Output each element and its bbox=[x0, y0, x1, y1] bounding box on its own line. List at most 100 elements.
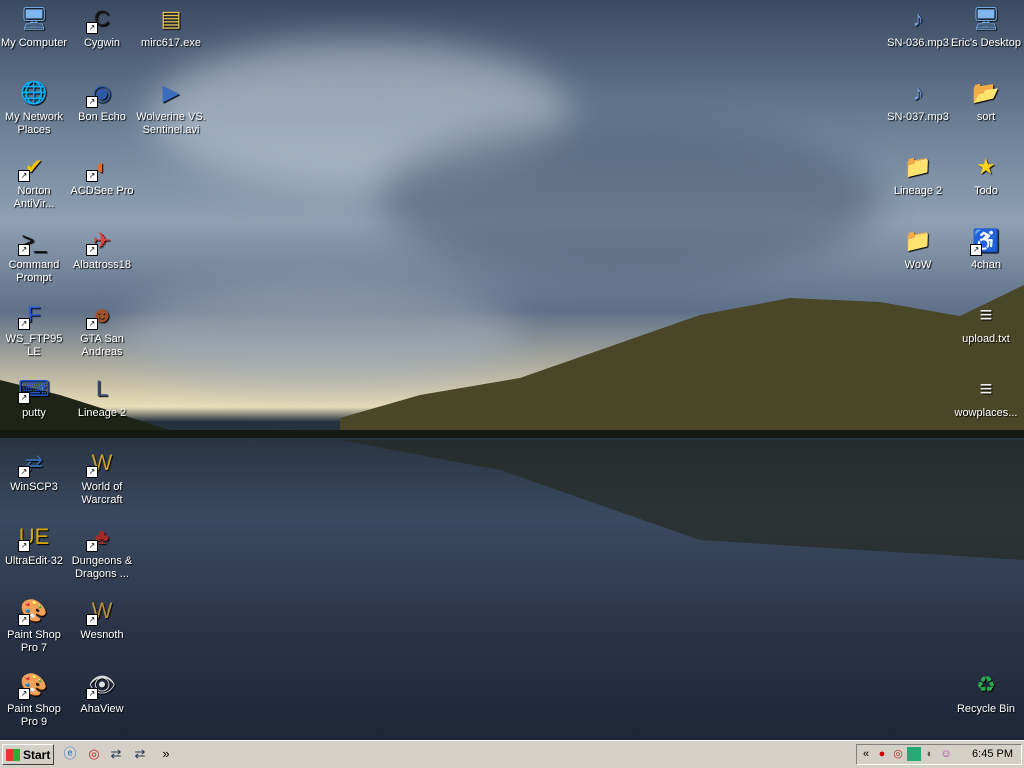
text-file-icon: ≡ bbox=[979, 301, 993, 327]
tray-expand-button[interactable]: « bbox=[859, 747, 873, 761]
desktop-icon-label: WinSCP3 bbox=[10, 481, 58, 493]
desktop-icon-dungeons-dragons[interactable]: ♣ ↗ Dungeons & Dragons ... bbox=[66, 520, 138, 581]
desktop-icon-world-of-warcraft[interactable]: W ↗ World of Warcraft bbox=[66, 446, 138, 507]
desktop-icon-sn-037-mp3[interactable]: ♪ SN-037.mp3 bbox=[882, 76, 954, 124]
desktop-icon-bon-echo[interactable]: ◉ ↗ Bon Echo bbox=[66, 76, 138, 124]
volume-icon[interactable]: ◐ bbox=[923, 747, 937, 761]
network-icon[interactable]: ⇄ bbox=[108, 746, 124, 762]
accessibility-icon: ♿ ↗ bbox=[970, 224, 1002, 256]
ultraedit-icon: UE ↗ bbox=[18, 523, 50, 552]
desktop-icon-command-prompt[interactable]: >_ ↗ Command Prompt bbox=[0, 224, 70, 285]
desktop-icon-paint-shop-pro-9[interactable]: 🎨 ↗ Paint Shop Pro 9 bbox=[0, 668, 70, 729]
desktop-icon-mirc617-exe[interactable]: ▤ mirc617.exe bbox=[135, 2, 207, 50]
shortcut-arrow-icon: ↗ bbox=[18, 688, 30, 700]
desktop-icon-lineage-2[interactable]: L Lineage 2 bbox=[66, 372, 138, 420]
desktop-icon-upload-txt[interactable]: ≡ upload.txt bbox=[950, 298, 1022, 346]
desktop-icon-label: Eric's Desktop bbox=[951, 37, 1021, 49]
desktop-icon-lineage-2[interactable]: 📁 Lineage 2 bbox=[882, 150, 954, 198]
desktop-icon-my-computer[interactable]: 🖥 My Computer bbox=[0, 2, 70, 50]
desktop-icon-cygwin[interactable]: C ↗ Cygwin bbox=[66, 2, 138, 50]
quick-launch-more-button[interactable]: » bbox=[158, 746, 174, 762]
shortcut-arrow-icon: ↗ bbox=[86, 96, 98, 108]
mushroom-icon[interactable]: ● bbox=[875, 747, 889, 761]
shortcut-arrow-icon: ↗ bbox=[86, 466, 98, 478]
network-icon[interactable]: ⇄ bbox=[132, 746, 148, 762]
desktop-icon-label: Norton AntiVir... bbox=[13, 185, 55, 210]
shortcut-arrow-icon: ↗ bbox=[86, 614, 98, 626]
desktop-icon-label: SN-036.mp3 bbox=[887, 37, 949, 49]
shortcut-arrow-icon: ↗ bbox=[86, 22, 98, 34]
desktop-icon-label: My Network Places bbox=[4, 111, 64, 136]
desktop-icon-label: Lineage 2 bbox=[77, 407, 127, 419]
desktop-icon-ultraedit-32[interactable]: UE ↗ UltraEdit-32 bbox=[0, 520, 70, 568]
shortcut-arrow-icon: ↗ bbox=[18, 466, 30, 478]
desktop-icon-recycle-bin[interactable]: ♻ Recycle Bin bbox=[950, 668, 1022, 716]
paintshop-icon: 🎨 ↗ bbox=[18, 594, 50, 626]
start-button[interactable]: Start bbox=[2, 744, 54, 765]
windows-logo-icon bbox=[6, 748, 20, 761]
folder-open-icon: 📂 bbox=[972, 79, 1000, 105]
desktop-icon-label: Cygwin bbox=[83, 37, 121, 49]
desktop-icon-wesnoth[interactable]: W ↗ Wesnoth bbox=[66, 594, 138, 642]
firefox-icon: ◉ ↗ bbox=[86, 76, 118, 108]
folder-icon: 📁 bbox=[904, 227, 932, 253]
system-tray: « ● ◎ ◐ ☺ 6:45 PM bbox=[856, 744, 1022, 765]
shortcut-arrow-icon: ↗ bbox=[18, 392, 30, 404]
desktop-icon-winscp3[interactable]: ⇄ ↗ WinSCP3 bbox=[0, 446, 70, 494]
putty-icon: ⌨ ↗ bbox=[18, 375, 50, 404]
start-label: Start bbox=[23, 747, 51, 762]
computer-icon: 🖥 bbox=[972, 5, 1000, 31]
desktop-icon-label: Paint Shop Pro 7 bbox=[7, 629, 61, 654]
shortcut-arrow-icon: ↗ bbox=[86, 170, 98, 182]
shortcut-arrow-icon: ↗ bbox=[18, 318, 30, 330]
desktop-icon-gta-san-andreas[interactable]: ☻ ↗ GTA San Andreas bbox=[66, 298, 138, 359]
desktop-icon-4chan[interactable]: ♿ ↗ 4chan bbox=[950, 224, 1022, 272]
desktop-icon-label: Bon Echo bbox=[78, 111, 126, 123]
desktop-icon-ahaview[interactable]: 👁 ↗ AhaView bbox=[66, 668, 138, 716]
star-icon: ★ bbox=[976, 153, 996, 179]
desktop-icon-label: Dungeons & Dragons ... bbox=[71, 555, 133, 580]
desktop-icon-label: UltraEdit-32 bbox=[4, 555, 64, 567]
desktop-icon-eric-s-desktop[interactable]: 🖥 Eric's Desktop bbox=[950, 2, 1022, 50]
desktop-icon-sn-036-mp3[interactable]: ♪ SN-036.mp3 bbox=[882, 2, 954, 50]
mp3-file-icon: ♪ bbox=[912, 79, 924, 105]
desktop-icon-sort[interactable]: 📂 sort bbox=[950, 76, 1022, 124]
installer-icon: ▤ bbox=[160, 5, 182, 31]
shortcut-arrow-icon: ↗ bbox=[86, 244, 98, 256]
desktop-icon-my-network-places[interactable]: 🌐 My Network Places bbox=[0, 76, 70, 137]
desktop-icon-paint-shop-pro-7[interactable]: 🎨 ↗ Paint Shop Pro 7 bbox=[0, 594, 70, 655]
desktop-icon-wow[interactable]: 📁 WoW bbox=[882, 224, 954, 272]
desktop-icon-label: Command Prompt bbox=[8, 259, 60, 284]
desktop-icon-ws-ftp95-le[interactable]: F ↗ WS_FTP95 LE bbox=[0, 298, 70, 359]
desktop-icon-label: WS_FTP95 LE bbox=[5, 333, 63, 358]
desktop-icon-label: Wesnoth bbox=[80, 629, 124, 641]
text-file-icon: ≡ bbox=[979, 375, 993, 401]
shortcut-arrow-icon: ↗ bbox=[86, 688, 98, 700]
winscp-icon: ⇄ ↗ bbox=[18, 446, 50, 478]
network-tray-icon[interactable] bbox=[907, 747, 921, 761]
messenger-icon[interactable]: ☺ bbox=[939, 747, 953, 761]
desktop-icon-albatross18[interactable]: ✈ ↗ Albatross18 bbox=[66, 224, 138, 272]
network-icon: 🌐 bbox=[20, 79, 48, 105]
acdsee-icon: ◐ ↗ bbox=[86, 150, 118, 182]
desktop-icon-acdsee-pro[interactable]: ◐ ↗ ACDSee Pro bbox=[66, 150, 138, 198]
video-file-icon: ▶ bbox=[162, 79, 180, 105]
desktop-icon-wolverine-vs-sentinel-avi[interactable]: ▶ Wolverine VS. Sentinel.avi bbox=[135, 76, 207, 137]
norton-icon: ✔ ↗ bbox=[18, 150, 50, 182]
desktop-icon-label: mirc617.exe bbox=[141, 37, 201, 49]
desktop-icon-label: wowplaces... bbox=[954, 407, 1018, 419]
eye-icon: 👁 ↗ bbox=[86, 668, 118, 700]
desktop-icon-todo[interactable]: ★ Todo bbox=[950, 150, 1022, 198]
desktop-icon-label: SN-037.mp3 bbox=[887, 111, 949, 123]
antivirus-icon[interactable]: ◎ bbox=[86, 746, 102, 762]
antivirus-tray-icon[interactable]: ◎ bbox=[891, 747, 905, 761]
shortcut-arrow-icon: ↗ bbox=[18, 540, 30, 552]
ie-icon[interactable]: ⓔ bbox=[62, 746, 78, 762]
recycle-bin-icon: ♻ bbox=[976, 671, 996, 697]
desktop-icon-label: Recycle Bin bbox=[956, 703, 1016, 715]
cmd-icon: >_ ↗ bbox=[18, 224, 50, 256]
desktop-icon-wowplaces[interactable]: ≡ wowplaces... bbox=[950, 372, 1022, 420]
desktop-icon-putty[interactable]: ⌨ ↗ putty bbox=[0, 372, 70, 420]
clock[interactable]: 6:45 PM bbox=[972, 748, 1013, 760]
desktop-icon-norton-antivir[interactable]: ✔ ↗ Norton AntiVir... bbox=[0, 150, 70, 211]
